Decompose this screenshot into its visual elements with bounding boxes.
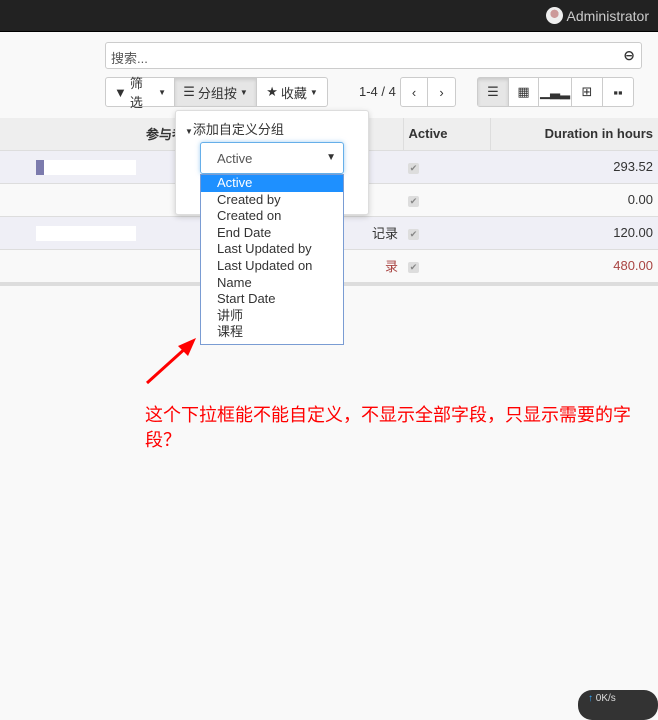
caret-icon: ▼ <box>309 87 318 97</box>
duration-cell: 0.00 <box>490 183 658 217</box>
select-option[interactable]: Name <box>201 275 343 292</box>
favorites-button[interactable]: ★ 收藏 ▼ <box>257 78 327 106</box>
network-speed: 0K/s <box>595 693 616 704</box>
select-option[interactable]: Start Date <box>201 291 343 308</box>
select-option[interactable]: Created on <box>201 208 343 225</box>
search-icon[interactable]: ⊖ <box>623 47 635 64</box>
list-view-button[interactable]: ☰ <box>478 78 509 106</box>
select-option[interactable]: Last Updated by <box>201 241 343 258</box>
select-option[interactable]: Created by <box>201 192 343 209</box>
duration-cell: 120.00 <box>490 216 658 250</box>
search-options: ▼ 筛选 ▼ ☰ 分组按 ▼ ★ 收藏 ▼ <box>105 76 328 110</box>
add-custom-group-label: 添加自定义分组 <box>192 122 284 137</box>
filter-label: 筛选 <box>129 76 143 110</box>
user-menu[interactable]: Administrator <box>545 7 649 24</box>
duration-cell: 293.52 <box>490 150 658 184</box>
pager-value: 1-4 / 4 <box>359 84 396 99</box>
groupby-label: 分组按 <box>197 85 237 101</box>
select-option[interactable]: End Date <box>201 225 343 242</box>
selected-value: Active <box>217 151 253 166</box>
filter-icon: ▼ <box>114 84 127 100</box>
kanban-view-button[interactable]: ▪▪ <box>603 78 633 106</box>
table-icon: ⊞ <box>581 84 593 99</box>
pager-next-button[interactable]: › <box>428 78 455 106</box>
annotation-arrow <box>145 338 196 385</box>
grid-icon: ▪▪ <box>613 84 623 100</box>
add-custom-group-toggle[interactable]: ▼添加自定义分组 <box>185 119 284 138</box>
pager-buttons: ‹ › <box>400 77 456 107</box>
column-header-participant[interactable]: 参与者 <box>0 118 185 151</box>
view-switcher: ☰ ▦ ▁▃▂ ⊞ ▪▪ <box>477 77 634 107</box>
active-checkbox: ✔ <box>408 229 419 240</box>
user-name: Administrator <box>566 7 649 24</box>
list-icon: ☰ <box>183 84 195 99</box>
graph-view-button[interactable]: ▁▃▂ <box>539 78 572 106</box>
avatar <box>545 7 563 24</box>
select-options-list: Active Created by Created on End Date Last U… <box>200 174 344 345</box>
caret-down-icon: ▼ <box>185 127 193 136</box>
calendar-icon: ▦ <box>517 84 530 99</box>
select-option[interactable]: Last Updated on <box>201 258 343 275</box>
groupby-button[interactable]: ☰ 分组按 ▼ <box>175 78 257 106</box>
top-bar: Administrator <box>0 0 658 32</box>
network-speed-widget[interactable]: ↑ 0K/s <box>578 690 658 720</box>
search-placeholder: 搜索... <box>111 51 148 66</box>
pivot-view-button[interactable]: ⊞ <box>572 78 603 106</box>
favorites-label: 收藏 <box>280 85 307 101</box>
redacted-field <box>36 225 136 241</box>
chevron-down-icon: ▼ <box>326 152 336 163</box>
list-icon: ☰ <box>487 84 499 99</box>
column-header-active[interactable]: Active <box>402 118 490 151</box>
calendar-view-button[interactable]: ▦ <box>509 78 539 106</box>
bar-chart-icon: ▁▃▂ <box>540 84 570 99</box>
pager-previous-button[interactable]: ‹ <box>401 78 428 106</box>
search-input[interactable]: 搜索... ⊖ <box>105 42 642 69</box>
select-option[interactable]: 讲师 <box>201 308 343 325</box>
redacted-field <box>36 159 136 175</box>
active-checkbox: ✔ <box>408 196 419 207</box>
annotation-text: 这个下拉框能不能自定义，不显示全部字段，只显示需要的字段？ <box>145 405 631 450</box>
active-checkbox: ✔ <box>408 262 419 273</box>
star-icon: ★ <box>266 84 278 99</box>
select-option[interactable]: Active <box>201 175 343 192</box>
caret-icon: ▼ <box>239 87 248 97</box>
column-header-duration[interactable]: Duration in hours <box>489 118 658 151</box>
caret-icon: ▼ <box>158 87 166 97</box>
duration-cell: 480.00 <box>490 249 658 283</box>
custom-group-select[interactable]: Active ▼ <box>200 142 344 174</box>
filter-button[interactable]: ▼ 筛选 ▼ <box>106 76 175 110</box>
select-option[interactable]: 课程 <box>201 324 343 341</box>
upload-icon: ↑ <box>588 693 593 704</box>
active-checkbox: ✔ <box>408 163 419 174</box>
